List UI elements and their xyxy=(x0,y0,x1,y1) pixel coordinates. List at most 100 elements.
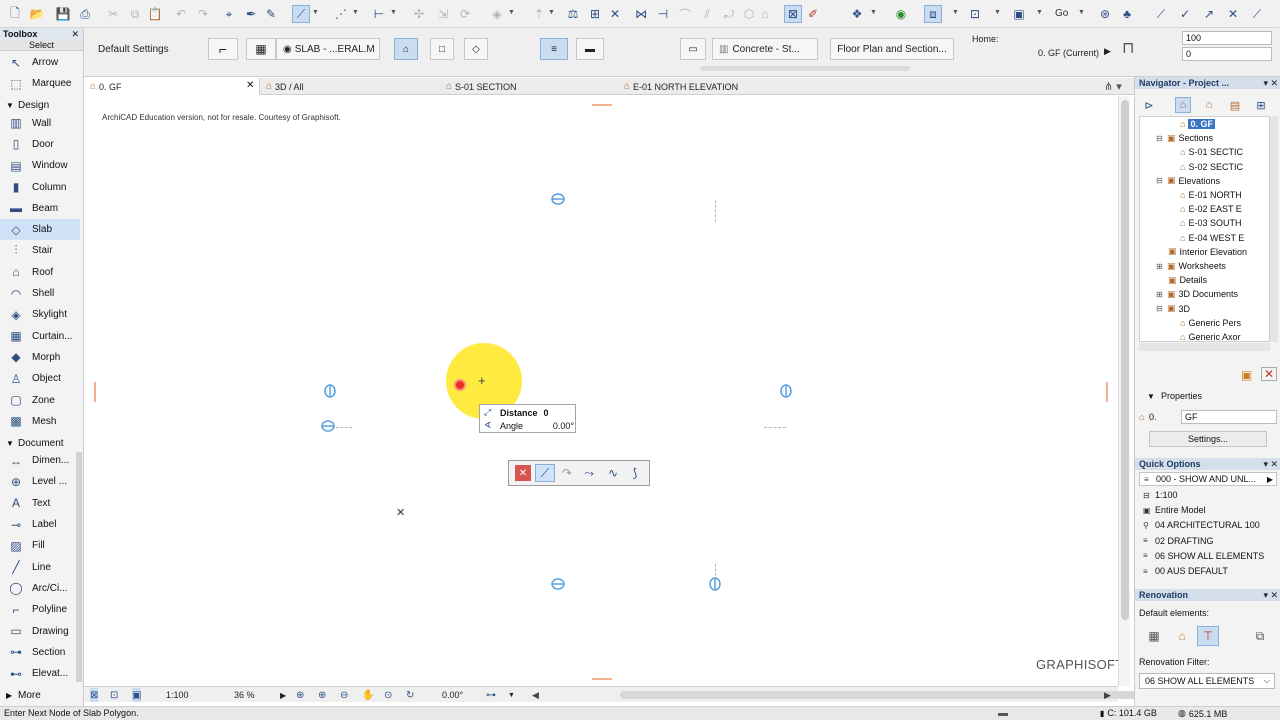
toolbox-group-document[interactable]: ▼ Document xyxy=(0,436,80,450)
collapse-icon[interactable]: ▼ xyxy=(1147,392,1155,401)
tool-line[interactable]: ╱ Line xyxy=(0,557,80,578)
print-icon[interactable]: ⎙ xyxy=(76,5,94,23)
layers-icon[interactable]: ⊠ xyxy=(784,5,802,23)
tool-stair[interactable]: ⫶ Stair xyxy=(0,240,80,261)
tab-section[interactable]: ⌂ S-01 SECTION xyxy=(440,78,618,95)
tracker-distance-row[interactable]: ⤢ Distance 0 xyxy=(484,406,549,419)
syringe-icon[interactable]: ✎ xyxy=(262,5,280,23)
check-icon[interactable]: ✓ xyxy=(1176,5,1194,23)
chevron-down-icon[interactable]: ▼ xyxy=(1078,9,1085,19)
trim-icon[interactable]: ⊣ xyxy=(654,5,672,23)
delete-icon[interactable]: ✕ xyxy=(606,5,624,23)
open-icon[interactable]: 📂 xyxy=(28,5,46,23)
close-icon[interactable]: ✕ xyxy=(246,80,254,91)
new-icon[interactable]: 🗋 xyxy=(6,5,24,23)
rotated-rectangle-button[interactable]: ◇ xyxy=(464,38,488,60)
material-button[interactable]: ▥ Concrete - St... xyxy=(712,38,818,60)
story-arrow-icon[interactable]: ▶ xyxy=(1104,46,1111,57)
structure-button[interactable]: ◉ SLAB - ...ERAL.M xyxy=(276,38,380,60)
fillet-icon[interactable]: ⌒ xyxy=(676,5,694,23)
home-story[interactable]: 0. GF (Current) xyxy=(1038,48,1099,58)
pencil-icon[interactable]: ⟋ xyxy=(1152,5,1170,23)
navigate-icon[interactable]: ⊛ xyxy=(1096,5,1114,23)
chevron-down-icon[interactable]: ▼ xyxy=(352,9,359,19)
renovation-filter-select[interactable]: 06 SHOW ALL ELEMENTS ⌵ xyxy=(1139,673,1275,689)
tool-roof[interactable]: ⌂ Roof xyxy=(0,262,80,283)
tool-drawing[interactable]: ▭ Drawing xyxy=(0,621,80,642)
navigator-item[interactable]: ⌂ E-02 EAST E xyxy=(1180,202,1242,216)
navigator-item[interactable]: ⊞ ▣ Worksheets xyxy=(1156,259,1226,273)
chevron-down-icon[interactable]: ▼ xyxy=(508,688,515,702)
chevron-down-icon[interactable]: ▼ xyxy=(548,9,555,19)
expand-icon[interactable]: ⊞ xyxy=(1156,290,1164,299)
rotate-view-icon[interactable]: ↻ xyxy=(406,688,414,702)
chevron-down-icon[interactable]: ▼ xyxy=(390,9,397,19)
tool-fill[interactable]: ▨ Fill xyxy=(0,535,80,556)
info-box-scrollbar[interactable] xyxy=(700,66,910,71)
zoom-out-icon[interactable]: ⊖ xyxy=(340,688,348,702)
magic-wand-icon[interactable]: ⋰ xyxy=(332,5,350,23)
collapse-icon[interactable]: ⊟ xyxy=(1156,304,1164,313)
spline-icon[interactable]: ∿ xyxy=(603,464,623,482)
elevate-icon[interactable]: ⇡ xyxy=(530,5,548,23)
scrollbar-thumb[interactable] xyxy=(1121,100,1129,620)
paste-icon[interactable]: 📋 xyxy=(146,5,164,23)
grid-icon[interactable]: ⊞ xyxy=(586,5,604,23)
tool-shell[interactable]: ◠ Shell xyxy=(0,283,80,304)
tab-north-elevation[interactable]: ⌂ E-01 NORTH ELEVATION xyxy=(618,78,838,95)
model-view-icon[interactable]: ▣ xyxy=(132,688,142,702)
reference-line-button[interactable]: ≡ xyxy=(540,38,568,60)
tab-0-gf[interactable]: ⌂ 0. GF xyxy=(84,78,260,95)
play-icon[interactable]: ▶ xyxy=(280,688,286,702)
tool-level[interactable]: ⊕ Level ... xyxy=(0,471,80,492)
tab-list-icon[interactable]: ⋔ ▾ xyxy=(1104,80,1122,93)
slab-offset-field[interactable]: 0 xyxy=(1182,47,1272,61)
gravity-icon[interactable]: ✣ xyxy=(410,5,428,23)
undo-icon[interactable]: ↶ xyxy=(172,5,190,23)
slab-thickness-field[interactable]: 100 xyxy=(1182,31,1272,45)
view-settings-button[interactable]: Floor Plan and Section... xyxy=(830,38,954,60)
quick-option-row[interactable]: ≡ 06 SHOW ALL ELEMENTS xyxy=(1139,549,1277,563)
tool-polyline[interactable]: ⌐ Polyline xyxy=(0,599,80,620)
navigator-item[interactable]: ▣ Interior Elevation xyxy=(1168,245,1247,259)
tool-curtain[interactable]: ▦ Curtain... xyxy=(0,326,80,347)
scroll-right-icon[interactable]: ▶ xyxy=(1104,688,1111,702)
arc-segment-icon[interactable]: ⤳ xyxy=(579,464,599,482)
find-icon[interactable]: ⌖ xyxy=(220,5,238,23)
floor-plan-canvas[interactable]: ArchiCAD Education version, not for resa… xyxy=(88,96,1126,686)
navigator-item[interactable]: ⌂ E-03 SOUTH xyxy=(1180,216,1241,230)
navigator-item[interactable]: ⌂ Generic Axor xyxy=(1180,330,1240,341)
tool-window[interactable]: ▤ Window xyxy=(0,155,80,176)
chevron-down-icon[interactable]: ▼ xyxy=(312,9,319,19)
tool-object[interactable]: ♙ Object xyxy=(0,368,80,389)
eyedropper-icon[interactable]: ✒ xyxy=(242,5,260,23)
existing-icon[interactable]: ▦ xyxy=(1143,626,1165,646)
quick-option-row[interactable]: ≡ 00 AUS DEFAULT xyxy=(1139,564,1277,578)
section-marker-icon[interactable] xyxy=(321,419,335,433)
geometry-method-button[interactable]: ⌐ xyxy=(208,38,238,60)
walk-icon[interactable]: ♣ xyxy=(1118,5,1136,23)
zoom-fit-icon[interactable]: ⊕ xyxy=(296,688,304,702)
navigator-item[interactable]: ⊟ ▣ 3D xyxy=(1156,302,1190,316)
pen-icon[interactable]: ⌂ xyxy=(756,5,774,23)
navigator-menu-icon[interactable]: ⊳ xyxy=(1141,97,1157,113)
navigator-item[interactable]: ⊟ ▣ Elevations xyxy=(1156,174,1220,188)
rotate-icon[interactable]: ⟳ xyxy=(456,5,474,23)
expand-icon[interactable]: ⊞ xyxy=(1156,262,1164,271)
adjust-icon[interactable]: ⚖ xyxy=(564,5,582,23)
elevation-marker-icon[interactable] xyxy=(323,384,337,398)
tab-3d-all[interactable]: ⌂ 3D / All xyxy=(260,78,440,95)
slab-thickness-button[interactable]: ▭ xyxy=(680,38,706,60)
redo-icon[interactable]: ↷ xyxy=(194,5,212,23)
polygon-button[interactable]: ⌂ xyxy=(394,38,418,60)
elevation-marker-icon[interactable] xyxy=(708,577,722,591)
tool-elevat[interactable]: ⊷ Elevat... xyxy=(0,663,80,684)
navigator-item[interactable]: ⊞ ▣ 3D Documents xyxy=(1156,287,1238,301)
elevation-marker-icon[interactable] xyxy=(779,384,793,398)
scale-display[interactable]: 1:100 xyxy=(166,688,189,702)
delete-view-icon[interactable]: ✕ xyxy=(1261,367,1277,381)
quick-option-row[interactable]: ≡ 02 DRAFTING xyxy=(1139,534,1277,548)
navigator-item[interactable]: ⌂ S-01 SECTIC xyxy=(1180,145,1243,159)
edit-icon[interactable]: ⤾ xyxy=(720,5,738,23)
split-icon[interactable]: ⋈ xyxy=(632,5,650,23)
